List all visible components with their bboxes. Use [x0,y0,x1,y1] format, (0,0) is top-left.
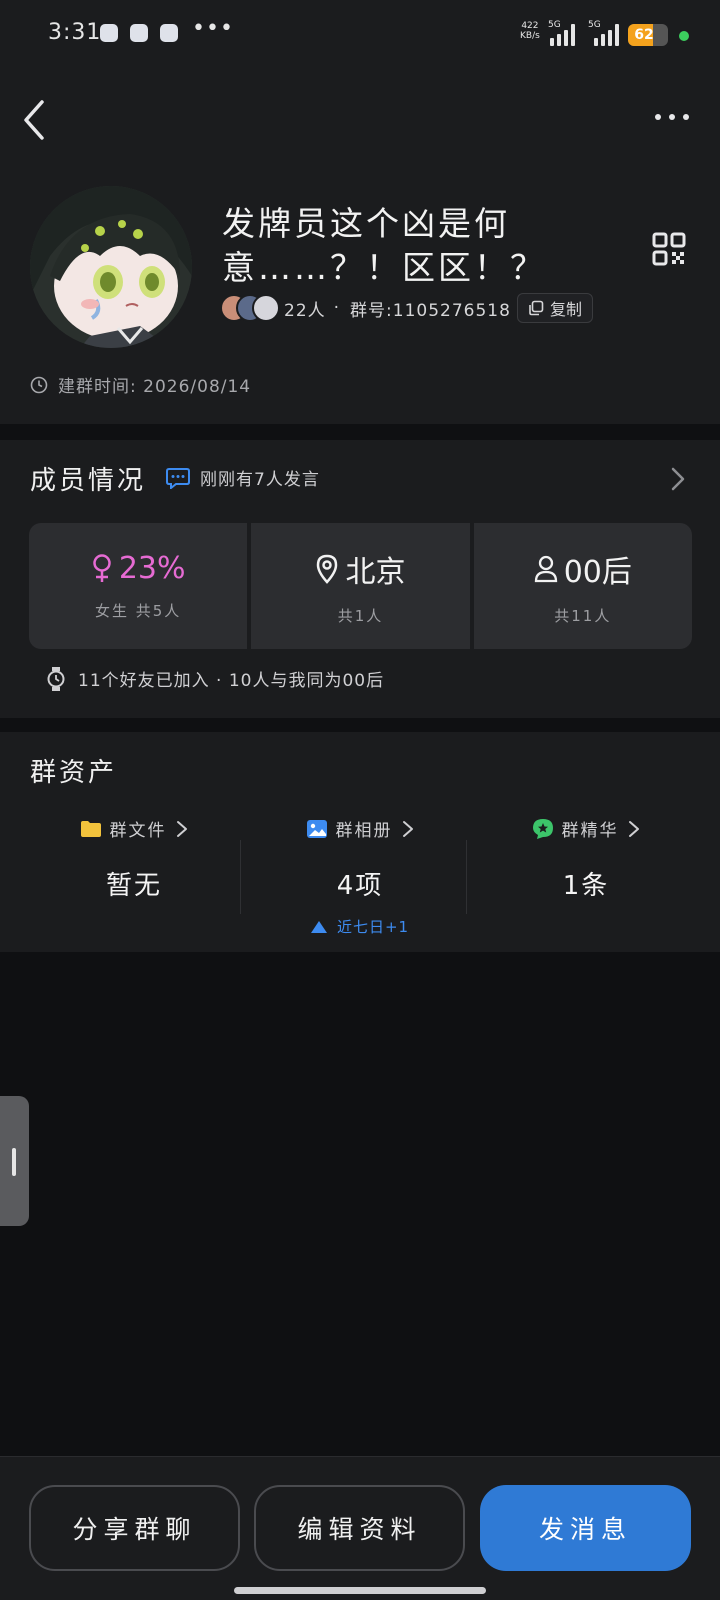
stat-value-text: 北京 [345,554,406,590]
chevron-right-icon [628,820,639,837]
stat-gender[interactable]: 23% 女生 共5人 [29,523,248,649]
star-badge-icon [532,818,553,839]
divider [466,840,467,914]
copy-icon [529,300,544,316]
chat-bubble-icon [166,467,190,489]
status-bar: 3:31 ••• 422 KB/s 5G 5G 62 [0,0,720,72]
group-avatar[interactable] [30,186,192,348]
asset-label: 群文件 [109,821,167,841]
chevron-left-icon [24,100,44,140]
more-options-button[interactable] [650,102,694,132]
stat-sub: 共1人 [337,606,384,625]
stat-value: 北京 [315,547,405,591]
members-activity: 刚刚有7人发言 [166,465,320,490]
asset-label: 群相册 [335,821,393,841]
asset-head: 群文件 [21,816,247,841]
members-section[interactable]: 成员情况 刚刚有7人发言 23% 女生 共5人 北京 共1人 00后 共11人 … [0,440,720,718]
stat-sub: 共11人 [554,606,612,625]
asset-label: 群精华 [561,821,619,841]
member-stats: 23% 女生 共5人 北京 共1人 00后 共11人 [29,523,692,649]
asset-trend-text: 近七日+1 [336,918,410,936]
members-title: 成员情况 [30,466,147,496]
stat-value: 00后 [534,547,632,591]
send-message-button[interactable]: 发消息 [480,1485,691,1571]
copy-label: 复制 [549,300,582,319]
group-header: 发牌员这个凶是何意……？！区区！？ 22人 · 群号:1105276518 复制 [0,72,720,424]
clock-icon [30,376,48,393]
stat-value-text: 00后 [563,554,632,590]
smartwatch-icon [47,666,65,691]
asset-album[interactable]: 群相册 4项 近七日+1 [247,816,473,936]
qr-code-button[interactable] [652,232,686,266]
signal-icon [550,22,575,46]
notification-icons [100,24,178,42]
asset-trend: 近七日+1 [247,916,473,937]
friends-joined-row: 11个好友已加入 · 10人与我同为00后 [46,666,384,691]
location-icon [317,554,338,584]
female-icon [93,553,111,582]
net-speed-unit: KB/s [520,31,540,41]
signal-icon [594,22,619,46]
chevron-right-icon [671,467,685,491]
back-button[interactable] [16,94,56,146]
asset-value: 1条 [562,871,610,901]
more-horizontal-icon [655,114,689,120]
status-time: 3:31 [48,20,102,45]
member-avatars[interactable] [220,294,282,322]
member-avatar [252,294,280,322]
asset-head: 群精华 [473,816,699,841]
meta-separator: · [333,298,341,318]
asset-files[interactable]: 群文件 暂无 [21,816,247,936]
group-name: 发牌员这个凶是何意……？！区区！？ [222,204,546,287]
asset-head: 群相册 [247,816,473,841]
asset-essence[interactable]: 群精华 1条 [473,816,699,936]
copy-group-id-button[interactable]: 复制 [516,293,593,323]
privacy-dot-icon [679,31,689,41]
chevron-right-icon [176,820,187,837]
assets-title: 群资产 [30,758,118,788]
members-more-button[interactable] [668,464,688,494]
stat-value-text: 23% [118,551,186,586]
created-date: 建群时间: 2026/08/14 [58,377,252,397]
chevron-right-icon [402,820,413,837]
asset-value: 暂无 [105,871,162,901]
home-indicator[interactable] [234,1587,486,1594]
bottom-action-bar: 分享群聊 编辑资料 发消息 [0,1456,720,1600]
stat-sub: 女生 共5人 [95,602,182,620]
friends-joined-text: 11个好友已加入 · 10人与我同为00后 [78,671,385,691]
divider [240,840,241,914]
handle-grip [12,1148,16,1176]
member-count: 22人 [284,300,326,321]
stat-age[interactable]: 00后 共11人 [473,523,692,649]
net-speed-value: 422 [521,21,539,31]
status-more-icon: ••• [192,16,234,41]
notification-app-icon [160,24,178,42]
group-id: 群号:1105276518 [350,300,511,321]
created-date-row: 建群时间: 2026/08/14 [30,372,251,397]
notification-app-icon [100,24,118,42]
person-icon [534,555,557,582]
image-icon [306,819,327,838]
net-speed: 422 KB/s [520,21,540,41]
activity-text: 刚刚有7人发言 [200,470,320,490]
triangle-up-icon [310,920,327,933]
assets-section: 群资产 群文件 暂无 群相册 4项 近七日+1 群精华 1条 [0,732,720,952]
folder-icon [80,820,101,837]
share-group-button[interactable]: 分享群聊 [29,1485,240,1571]
stat-location[interactable]: 北京 共1人 [251,523,470,649]
qr-code-icon [652,232,686,266]
group-meta-row: 22人 · 群号:1105276518 复制 [220,292,593,324]
stat-value: 23% [91,551,186,586]
edit-profile-button[interactable]: 编辑资料 [254,1485,465,1571]
asset-value: 4项 [336,871,384,901]
battery-icon: 62 [628,24,668,46]
battery-level: 62 [634,27,654,43]
side-drawer-handle[interactable] [0,1096,29,1226]
anime-avatar-image [30,186,192,348]
notification-app-icon [130,24,148,42]
